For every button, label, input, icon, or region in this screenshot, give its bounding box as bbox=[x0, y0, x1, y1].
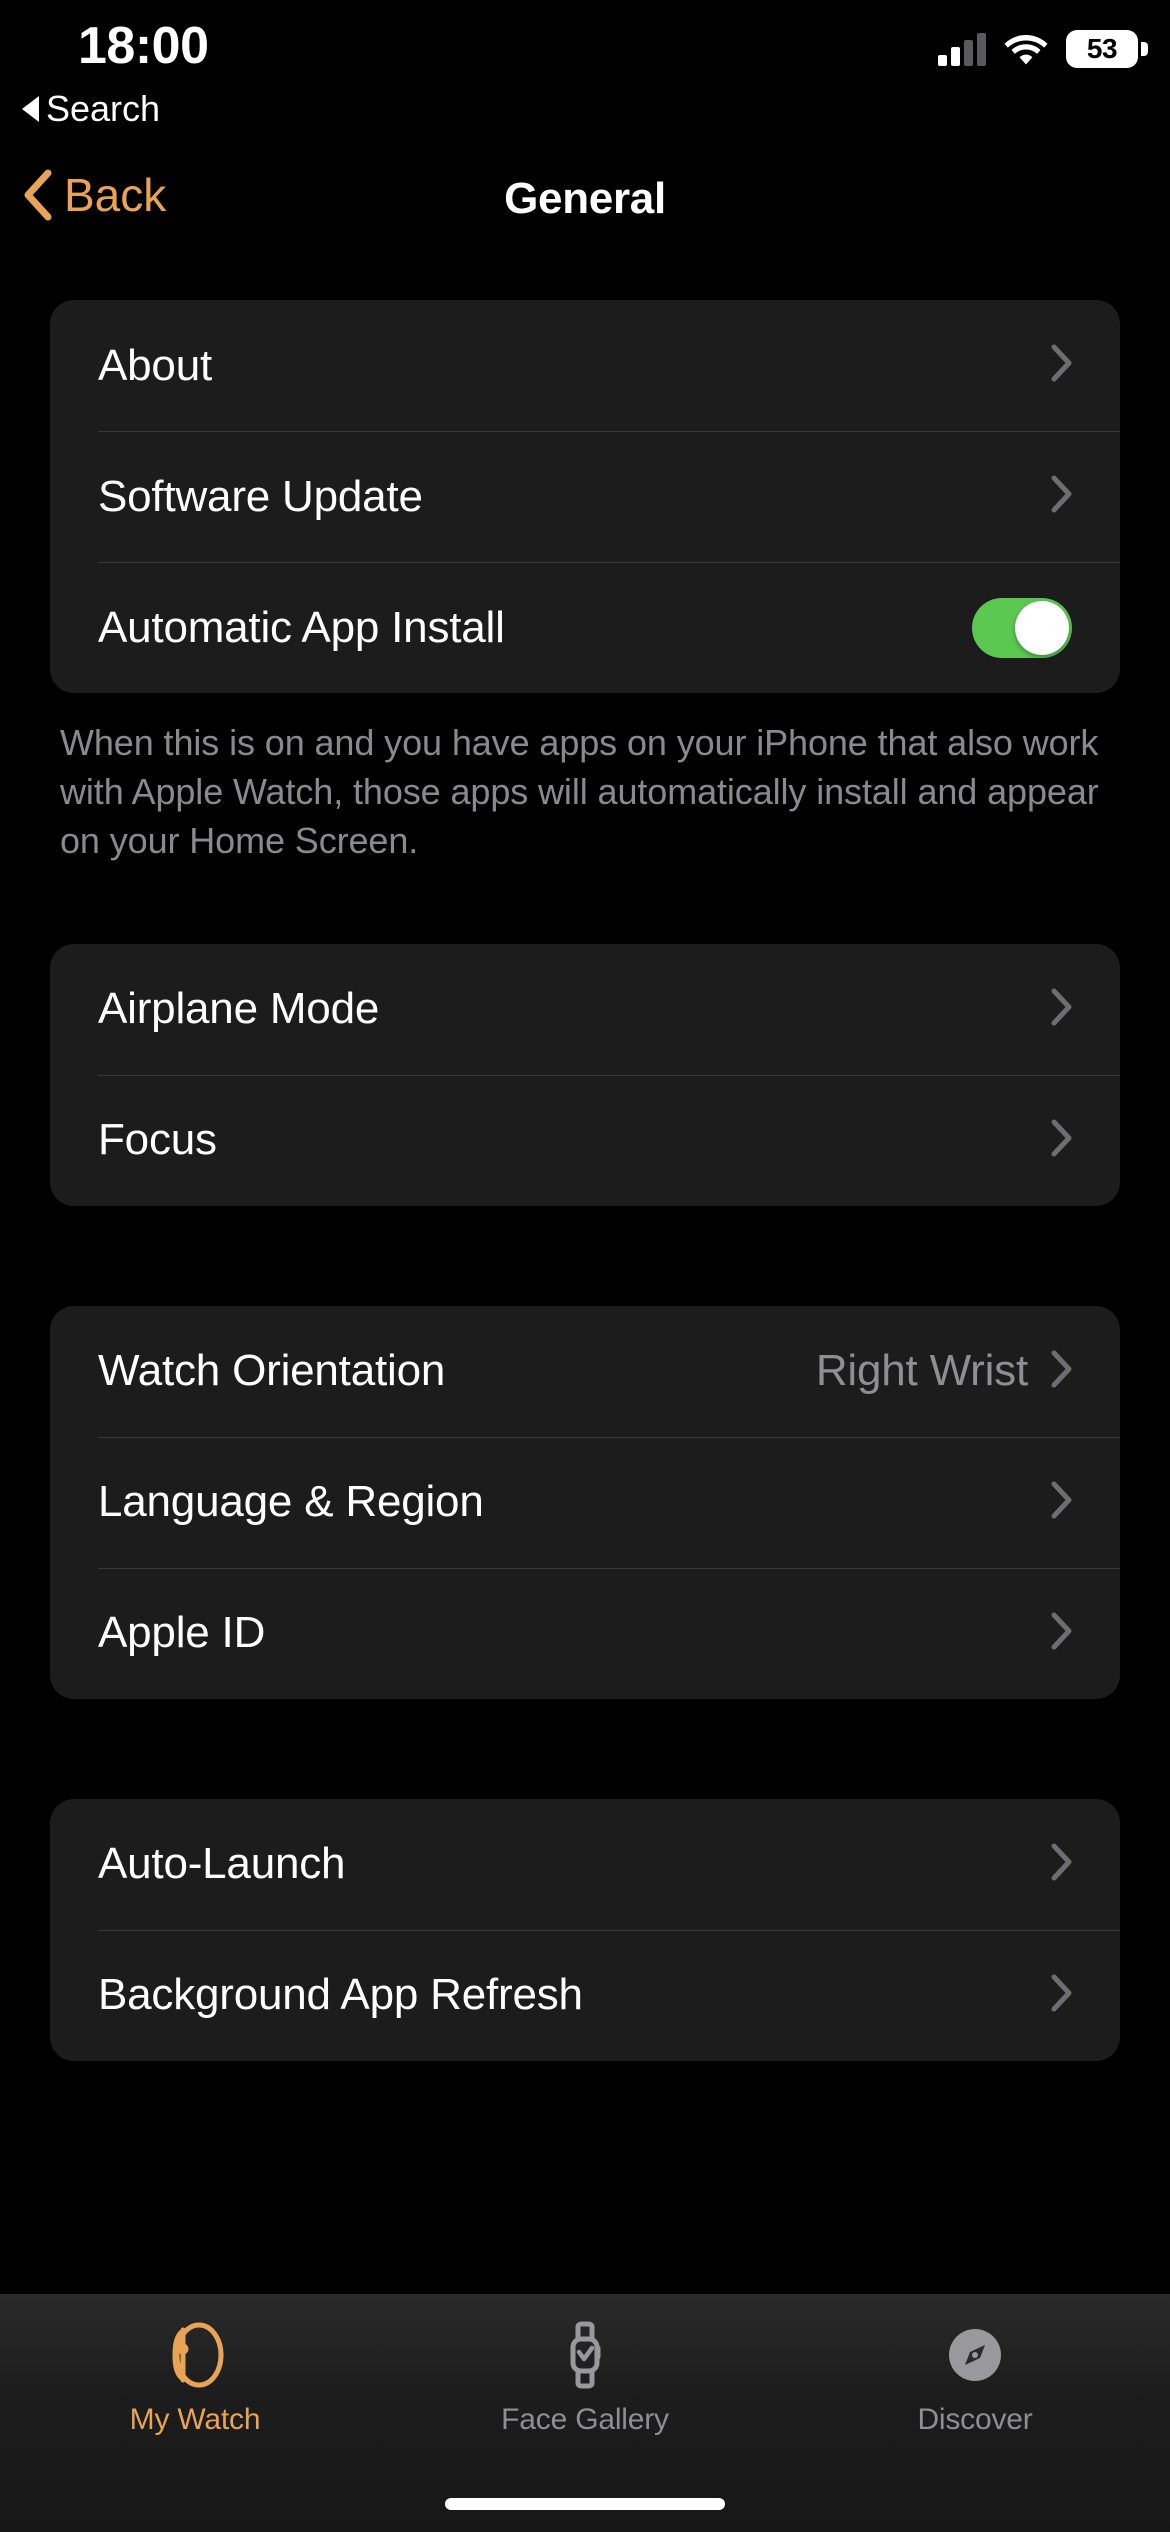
chevron-right-icon bbox=[1050, 1974, 1072, 2017]
settings-row-auto-launch[interactable]: Auto-Launch bbox=[50, 1799, 1120, 1930]
battery-indicator: 53 bbox=[1066, 30, 1148, 68]
settings-row-automatic-app-install[interactable]: Automatic App Install bbox=[50, 562, 1120, 693]
wifi-icon bbox=[1004, 33, 1048, 66]
chevron-right-icon bbox=[1050, 344, 1072, 387]
row-label: Language & Region bbox=[98, 1477, 484, 1527]
row-label: Auto-Launch bbox=[98, 1839, 346, 1889]
settings-row-apple-id[interactable]: Apple ID bbox=[50, 1567, 1120, 1699]
status-bar-indicators: 53 bbox=[938, 30, 1148, 68]
tab-label: My Watch bbox=[129, 2403, 261, 2436]
toggle-knob bbox=[1015, 600, 1069, 655]
status-bar: 18:00 Search 53 bbox=[0, 0, 1170, 150]
watch-face-icon bbox=[549, 2317, 621, 2393]
row-label: Software Update bbox=[98, 471, 423, 521]
automatic-app-install-toggle[interactable] bbox=[972, 597, 1072, 658]
row-label: About bbox=[98, 340, 212, 390]
automatic-app-install-footnote: When this is on and you have apps on you… bbox=[60, 722, 1099, 861]
battery-percent-label: 53 bbox=[1086, 33, 1118, 64]
home-indicator bbox=[445, 2498, 725, 2510]
watch-app-general-screen: 18:00 Search 53 Back General About Softw… bbox=[0, 0, 1170, 2532]
settings-group-apps: Auto-Launch Background App Refresh bbox=[50, 1798, 1120, 2061]
settings-row-focus[interactable]: Focus bbox=[50, 1074, 1120, 1206]
settings-row-software-update[interactable]: Software Update bbox=[50, 431, 1120, 562]
row-value: Right Wrist bbox=[815, 1346, 1028, 1396]
chevron-right-icon bbox=[1050, 1843, 1072, 1886]
status-bar-back-label: Search bbox=[46, 88, 161, 129]
page-title: General bbox=[504, 174, 666, 223]
tab-label: Face Gallery bbox=[501, 2403, 669, 2436]
settings-row-watch-orientation[interactable]: Watch Orientation Right Wrist bbox=[50, 1306, 1120, 1437]
watch-side-icon bbox=[159, 2317, 231, 2393]
tab-bar: My Watch Face Gallery Discover bbox=[0, 2294, 1170, 2532]
status-bar-time: 18:00 bbox=[78, 17, 209, 75]
row-label: Airplane Mode bbox=[98, 984, 380, 1034]
settings-row-background-app-refresh[interactable]: Background App Refresh bbox=[50, 1929, 1120, 2061]
tab-label: Discover bbox=[917, 2403, 1033, 2436]
back-triangle-icon bbox=[22, 96, 39, 122]
row-label: Watch Orientation bbox=[98, 1346, 446, 1396]
compass-icon bbox=[939, 2317, 1011, 2393]
settings-row-language-region[interactable]: Language & Region bbox=[50, 1436, 1120, 1568]
chevron-right-icon bbox=[1050, 475, 1072, 518]
tab-face-gallery[interactable]: Face Gallery bbox=[390, 2295, 780, 2437]
settings-group-device: Watch Orientation Right Wrist Language &… bbox=[50, 1305, 1120, 1699]
row-label: Background App Refresh bbox=[98, 1970, 583, 2020]
chevron-right-icon bbox=[1050, 1481, 1072, 1524]
settings-row-about[interactable]: About bbox=[50, 300, 1120, 431]
chevron-right-icon bbox=[1050, 988, 1072, 1031]
status-bar-back-to-search[interactable]: Search bbox=[22, 88, 160, 130]
settings-group-general: About Software Update Automatic App Inst… bbox=[50, 300, 1120, 693]
settings-row-airplane-mode[interactable]: Airplane Mode bbox=[50, 944, 1120, 1075]
chevron-right-icon bbox=[1050, 1119, 1072, 1162]
tab-discover[interactable]: Discover bbox=[780, 2295, 1170, 2437]
row-label: Apple ID bbox=[98, 1608, 266, 1658]
tab-my-watch[interactable]: My Watch bbox=[0, 2295, 390, 2437]
chevron-right-icon bbox=[1050, 1612, 1072, 1655]
chevron-right-icon bbox=[1050, 1350, 1072, 1393]
settings-list: About Software Update Automatic App Inst… bbox=[0, 300, 1170, 2061]
row-label: Automatic App Install bbox=[98, 602, 505, 652]
navigation-bar: Back General bbox=[0, 160, 1170, 260]
row-label: Focus bbox=[98, 1115, 217, 1165]
battery-cap bbox=[1141, 42, 1148, 56]
cellular-signal-icon bbox=[938, 32, 986, 66]
settings-group-connectivity: Airplane Mode Focus bbox=[50, 943, 1120, 1206]
